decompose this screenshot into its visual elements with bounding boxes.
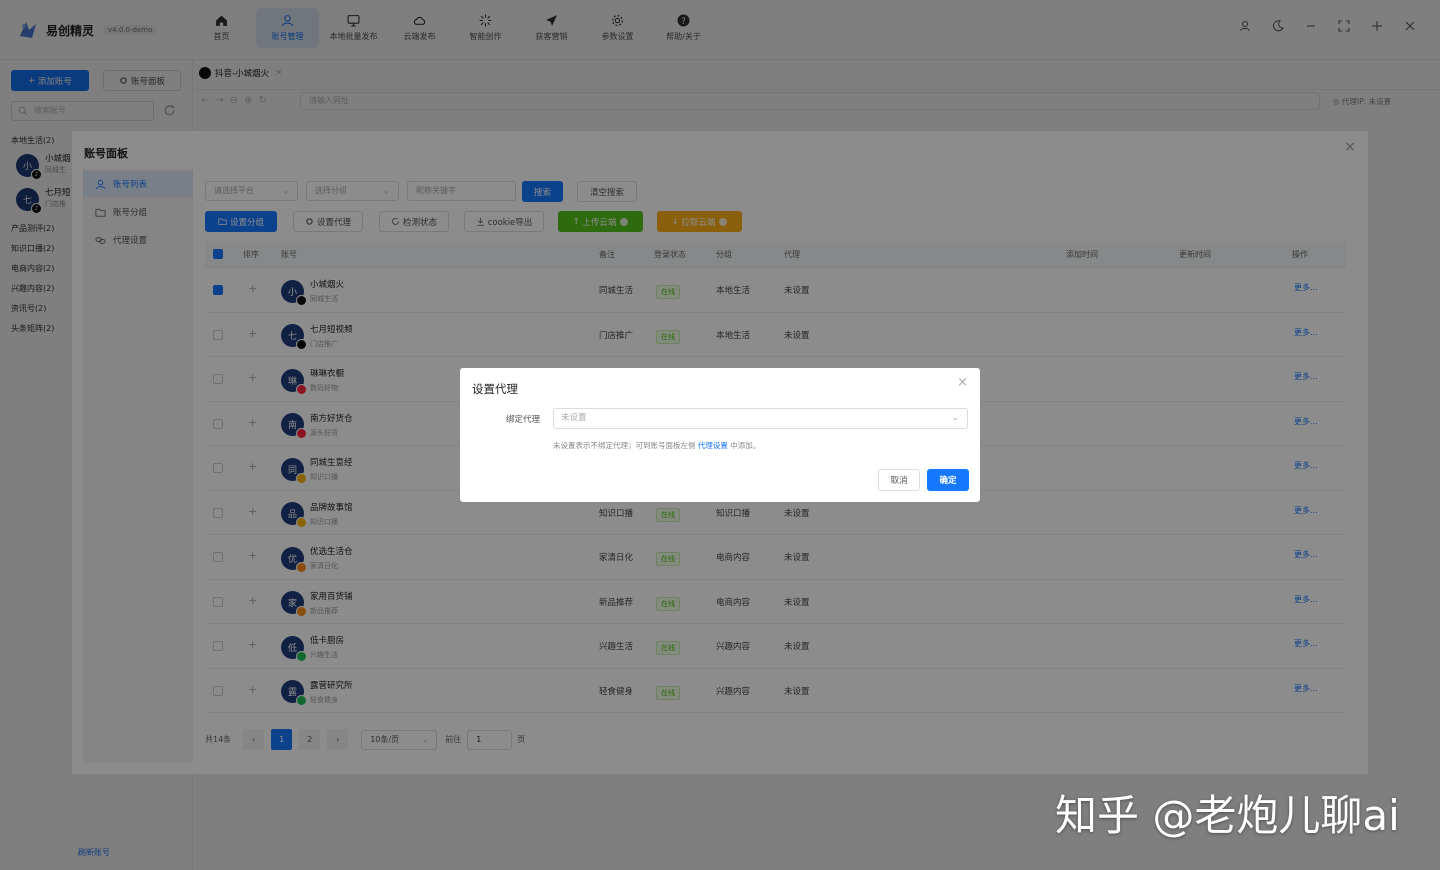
hint-text-end: 中添加。 — [730, 441, 761, 450]
modal-title: 设置代理 — [472, 382, 518, 396]
proxy-select-placeholder: 未设置 — [561, 413, 587, 423]
modal-hint: 未设置表示不绑定代理；可到账号面板左侧 代理设置 中添加。 — [553, 440, 760, 451]
watermark: 知乎 @老炮儿聊ai — [1055, 791, 1400, 840]
confirm-button[interactable]: 确定 — [927, 469, 969, 491]
close-icon[interactable]: × — [957, 375, 968, 390]
chevron-down-icon: ⌄ — [951, 413, 959, 423]
bind-proxy-label: 绑定代理 — [506, 415, 541, 425]
proxy-select[interactable]: 未设置 ⌄ — [553, 408, 968, 429]
proxy-settings-link[interactable]: 代理设置 — [698, 441, 728, 450]
hint-text: 未设置表示不绑定代理；可到账号面板左侧 — [553, 441, 696, 450]
cancel-button[interactable]: 取消 — [878, 469, 920, 491]
set-proxy-modal: 设置代理 × 绑定代理 未设置 ⌄ 未设置表示不绑定代理；可到账号面板左侧 代理设… — [460, 368, 980, 502]
